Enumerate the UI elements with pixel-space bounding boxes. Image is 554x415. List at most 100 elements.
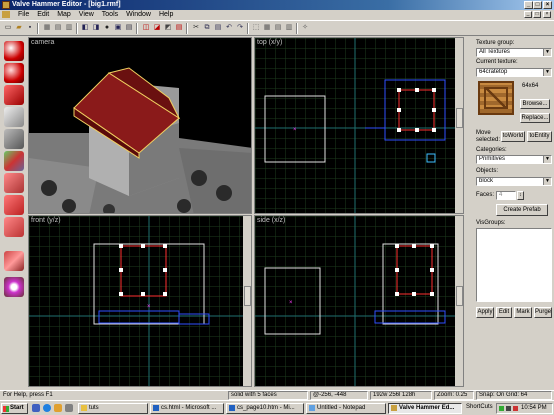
texture-lock-icon[interactable]: ▤	[174, 23, 184, 33]
decal-tool-icon[interactable]	[4, 195, 24, 215]
check-problems-icon[interactable]: ▤	[124, 23, 134, 33]
mdi-minimize-button[interactable]: _	[524, 11, 532, 18]
folder-icon	[81, 405, 87, 411]
load-window-state-icon[interactable]: ◧	[80, 23, 90, 33]
start-button[interactable]: Start	[1, 403, 28, 414]
clipping-tool-icon[interactable]	[4, 217, 24, 237]
hollow-icon[interactable]: ▤	[273, 23, 283, 33]
ungroup-icon[interactable]: ◪	[152, 23, 162, 33]
faces-input[interactable]: 4	[496, 191, 516, 200]
entity-tool-icon[interactable]	[4, 107, 24, 127]
internet-explorer-icon[interactable]	[43, 404, 51, 412]
browse-button[interactable]: Browse...	[520, 99, 550, 109]
current-texture-select[interactable]: 64cratetop ▼	[476, 68, 552, 77]
paste-icon[interactable]: ▤	[213, 23, 223, 33]
camera-tool-icon[interactable]	[4, 85, 24, 105]
save-window-state-icon[interactable]: ◨	[91, 23, 101, 33]
side-view-label: side (x/z)	[257, 217, 286, 224]
create-prefab-button[interactable]: Create Prefab	[496, 204, 548, 216]
apply-texture-icon[interactable]	[4, 173, 24, 193]
menu-file[interactable]: File	[18, 11, 29, 18]
transform-icon[interactable]: ▥	[284, 23, 294, 33]
run-map-icon[interactable]: ●	[102, 23, 112, 33]
hide-selected-icon[interactable]: ◩	[163, 23, 173, 33]
mdi-close-button[interactable]: ×	[543, 11, 551, 18]
camera-viewport[interactable]: camera	[28, 37, 252, 214]
taskbar-item-cs-page10[interactable]: cs_page10.htm - Mi...	[226, 403, 304, 414]
grid-smaller-icon[interactable]: ▤	[53, 23, 63, 33]
outlook-icon[interactable]	[54, 404, 62, 412]
taskbar-item-cs-html[interactable]: cs.html - Microsoft ...	[150, 403, 224, 414]
carve-icon[interactable]: ▦	[262, 23, 272, 33]
notepad-icon	[309, 405, 315, 411]
taskbar-item-tuts[interactable]: tuts	[78, 403, 148, 414]
purge-button[interactable]: Purge	[534, 307, 552, 318]
front-view-grid[interactable]: ×	[29, 216, 243, 387]
top-view-grid[interactable]: ×	[255, 38, 455, 214]
mark-button[interactable]: Mark	[514, 307, 532, 318]
group-icon[interactable]: ◫	[141, 23, 151, 33]
grid-toggle-icon[interactable]: ▦	[42, 23, 52, 33]
quicklaunch-icon[interactable]	[65, 404, 73, 412]
objects-select[interactable]: block ▼	[476, 177, 552, 186]
categories-select[interactable]: Primitives ▼	[476, 155, 552, 164]
open-folder-icon[interactable]: ▰	[14, 23, 24, 33]
grid-larger-icon[interactable]: ▥	[64, 23, 74, 33]
tray-network-icon[interactable]	[499, 406, 504, 411]
top-view-scrollbar[interactable]	[455, 38, 463, 213]
faces-spinner[interactable]: ↕	[517, 191, 524, 200]
menu-help[interactable]: Help	[159, 11, 173, 18]
front-viewport[interactable]: × front (y/z)	[28, 215, 252, 387]
undo-icon[interactable]: ↶	[224, 23, 234, 33]
save-icon[interactable]: ▪	[25, 23, 35, 33]
menu-tools[interactable]: Tools	[102, 11, 118, 18]
to-world-button[interactable]: toWorld	[501, 131, 525, 142]
cut-icon[interactable]: ✂	[191, 23, 201, 33]
front-view-scrollbar[interactable]	[243, 216, 251, 386]
top-viewport[interactable]: × top (x/y)	[254, 37, 464, 214]
visgroups-list[interactable]	[476, 228, 552, 302]
svg-text:×: ×	[289, 300, 293, 306]
shortcuts-toolbar-label[interactable]: ShortCuts	[466, 404, 493, 410]
visgroups-label: VisGroups:	[476, 220, 506, 226]
mdi-restore-button[interactable]: □	[533, 11, 541, 18]
select-area-icon[interactable]: ⬚	[251, 23, 261, 33]
minimize-button[interactable]: _	[524, 1, 533, 9]
texture-application-icon[interactable]	[4, 151, 24, 171]
block-tool-icon[interactable]	[4, 129, 24, 149]
texture-group-select[interactable]: All Textures ▼	[476, 48, 552, 57]
document-icon[interactable]	[2, 10, 10, 18]
menu-window[interactable]: Window	[126, 11, 151, 18]
clock[interactable]: 10:54 PM	[521, 404, 547, 413]
camera-3d-render[interactable]	[29, 38, 252, 214]
side-view-grid[interactable]: ×	[255, 216, 455, 387]
taskbar-item-hammer[interactable]: Valve Hammer Ed...	[388, 403, 462, 414]
edit-button[interactable]: Edit	[496, 307, 512, 318]
copy-icon[interactable]: ⧉	[202, 23, 212, 33]
side-viewport[interactable]: × side (x/z)	[254, 215, 464, 387]
system-tray: 10:54 PM	[496, 403, 553, 414]
tray-app-icon[interactable]	[513, 406, 518, 411]
to-entity-button[interactable]: toEntity	[527, 131, 552, 142]
side-view-scrollbar[interactable]	[455, 216, 463, 386]
redo-icon[interactable]: ↷	[235, 23, 245, 33]
menu-edit[interactable]: Edit	[37, 11, 49, 18]
new-file-icon[interactable]: ▭	[3, 23, 13, 33]
menu-map[interactable]: Map	[57, 11, 71, 18]
maximize-button[interactable]: □	[533, 1, 542, 9]
vertex-tool-icon[interactable]	[4, 251, 24, 271]
selection-tool-icon[interactable]	[4, 41, 24, 61]
path-tool-icon[interactable]	[4, 277, 24, 297]
front-view-label: front (y/z)	[31, 217, 61, 224]
close-button[interactable]: ×	[543, 1, 552, 9]
replace-button[interactable]: Replace...	[520, 113, 550, 123]
map-properties-icon[interactable]: ▣	[113, 23, 123, 33]
cordon-icon[interactable]: ✧	[300, 23, 310, 33]
magnify-tool-icon[interactable]	[4, 63, 24, 83]
taskbar-item-notepad[interactable]: Untitled - Notepad	[306, 403, 386, 414]
apply-button[interactable]: Apply	[476, 307, 494, 318]
menu-view[interactable]: View	[79, 11, 94, 18]
tray-volume-icon[interactable]	[506, 406, 511, 411]
desktop-icon[interactable]	[32, 404, 40, 412]
status-size: 192w 256l 128h	[370, 391, 432, 400]
